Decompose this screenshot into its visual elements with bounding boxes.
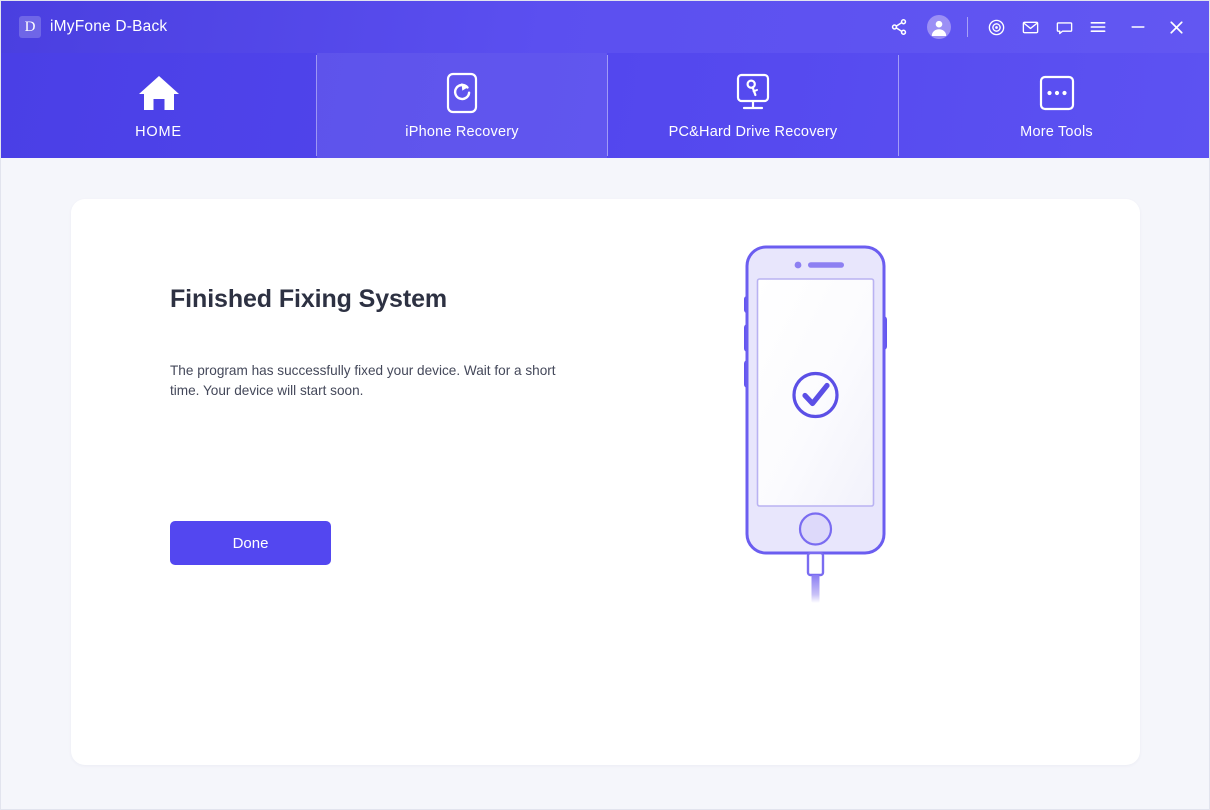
- nav-tab-more-tools[interactable]: More Tools: [899, 53, 1209, 158]
- nav-tab-iphone-recovery[interactable]: iPhone Recovery: [317, 53, 607, 158]
- close-icon[interactable]: [1159, 10, 1193, 44]
- nav-tab-home[interactable]: HOME: [1, 53, 316, 158]
- menu-icon[interactable]: [1081, 10, 1115, 44]
- target-icon[interactable]: [979, 10, 1013, 44]
- nav-tab-home-label: HOME: [135, 123, 182, 140]
- title-bar: D iMyFone D-Back: [1, 1, 1209, 53]
- titlebar-actions: [882, 10, 1193, 44]
- iphone-with-checkmark-illustration: [740, 244, 960, 604]
- nav-tab-more-tools-label: More Tools: [1020, 123, 1093, 140]
- main-nav: HOME iPhone Recovery PC&Hard Drive Recov…: [1, 53, 1209, 158]
- app-window: D iMyFone D-Back HOME iPhone Recovery PC…: [0, 0, 1210, 810]
- page-description: The program has successfully fixed your …: [170, 363, 556, 398]
- nav-tab-pc-hard-drive-recovery[interactable]: PC&Hard Drive Recovery: [608, 53, 898, 158]
- app-logo-icon: D: [19, 16, 41, 38]
- content-card: Finished Fixing System The program has s…: [71, 199, 1140, 765]
- avatar: [927, 15, 951, 39]
- app-title: iMyFone D-Back: [50, 18, 168, 35]
- chat-icon[interactable]: [1047, 10, 1081, 44]
- status-panel: Finished Fixing System The program has s…: [170, 285, 590, 398]
- nav-tab-iphone-recovery-label: iPhone Recovery: [405, 123, 519, 140]
- nav-tab-pc-hard-drive-recovery-label: PC&Hard Drive Recovery: [668, 123, 838, 140]
- ellipsis-icon: [1038, 72, 1076, 114]
- minimize-icon[interactable]: [1121, 10, 1155, 44]
- share-icon[interactable]: [882, 10, 916, 44]
- phone-refresh-icon: [446, 72, 478, 114]
- titlebar-divider: [967, 17, 968, 37]
- brand: D iMyFone D-Back: [19, 16, 167, 38]
- monitor-key-icon: [733, 72, 773, 114]
- home-icon: [136, 72, 182, 114]
- content-area: Finished Fixing System The program has s…: [1, 158, 1209, 809]
- mail-icon[interactable]: [1013, 10, 1047, 44]
- page-title: Finished Fixing System: [170, 285, 448, 313]
- done-button[interactable]: Done: [170, 521, 331, 565]
- account-avatar-icon[interactable]: [922, 10, 956, 44]
